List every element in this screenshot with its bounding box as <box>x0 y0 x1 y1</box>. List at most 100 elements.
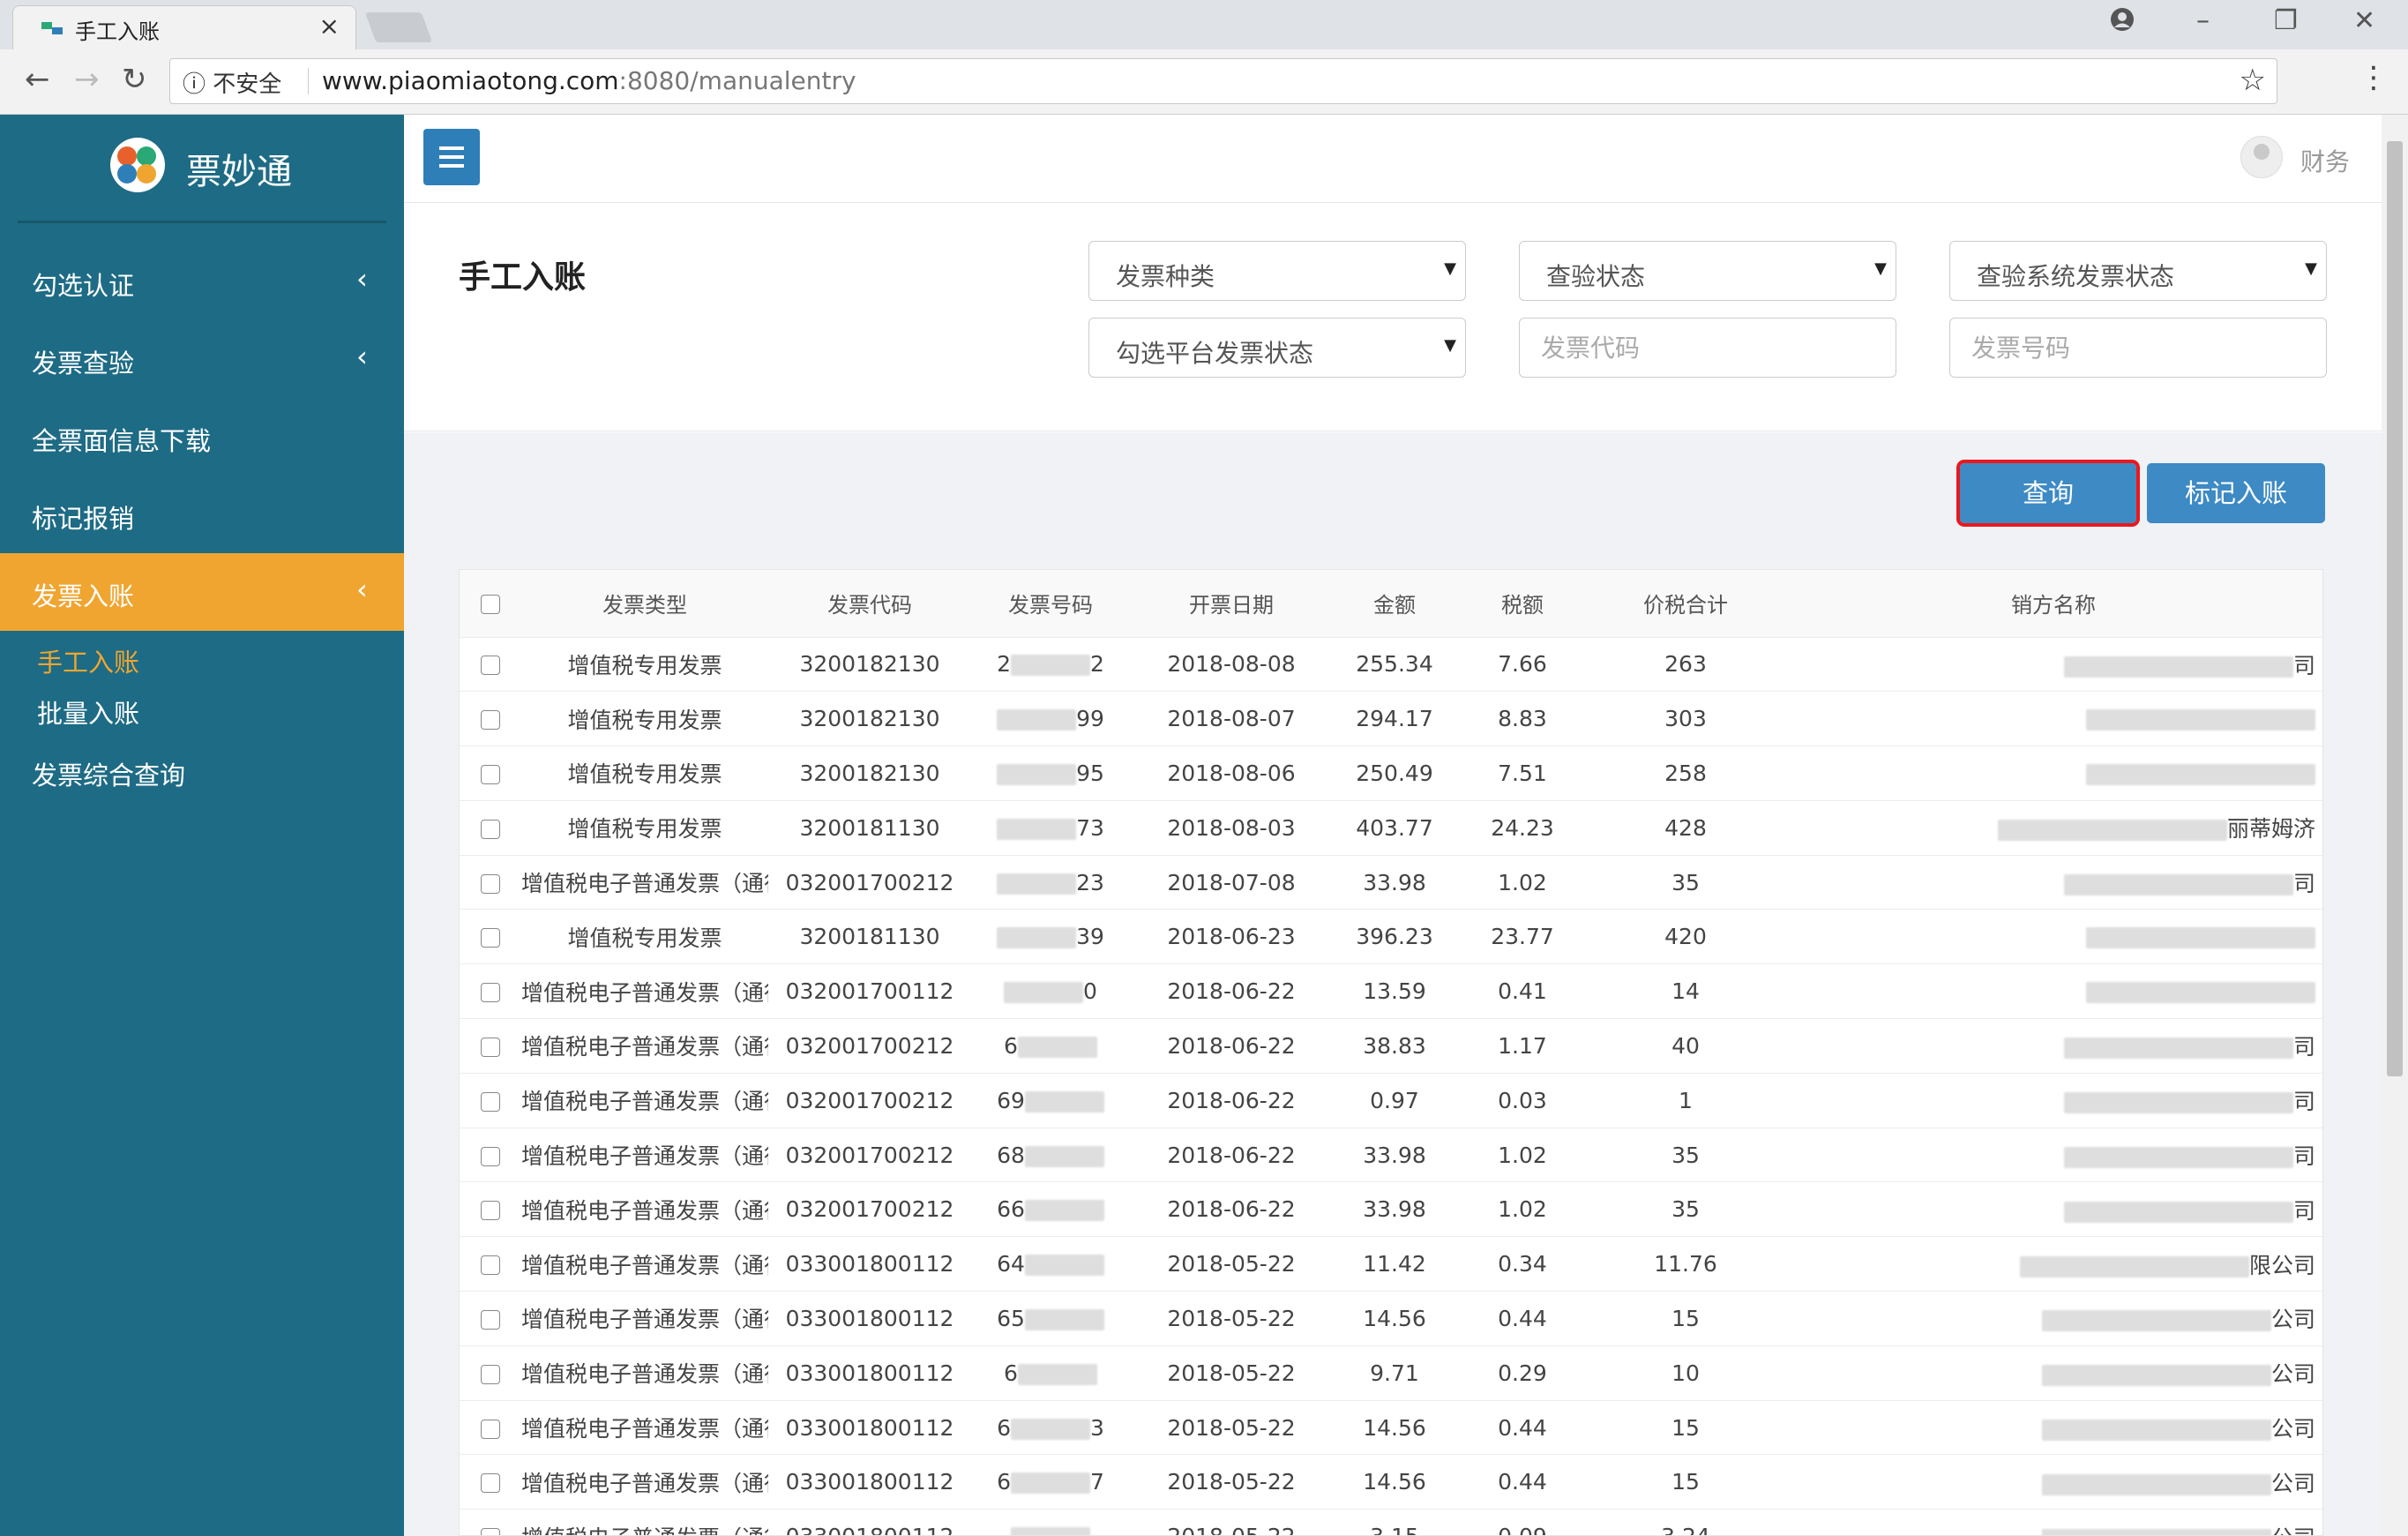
cell-tax: 0.44 <box>1456 1399 1589 1455</box>
brand[interactable]: 票妙通 <box>110 132 375 196</box>
menu-toggle-icon[interactable] <box>423 129 480 185</box>
invoice-code-input[interactable] <box>1519 318 1896 378</box>
row-checkbox[interactable] <box>481 1201 500 1221</box>
page-scrollbar[interactable] <box>2382 115 2408 1536</box>
table-row[interactable]: 增值税电子普通发票（通行费）033001800112642018-05-2211… <box>460 1236 2322 1292</box>
row-checkbox[interactable] <box>481 928 500 948</box>
sidebar-item-invoice-check[interactable]: 发票查验 ‹ <box>0 320 404 398</box>
invoice-type-select[interactable]: 发票种类 ▼ <box>1088 241 1466 301</box>
table-row[interactable]: 增值税电子普通发票（通行费）033001800112672018-05-2214… <box>460 1454 2322 1510</box>
tab-close-icon[interactable]: × <box>319 11 340 41</box>
table-body: 增值税专用发票 3200182130 2 2 2018-08-08 255.34 7.66 2… <box>460 636 2322 1535</box>
new-tab-button[interactable] <box>364 12 433 42</box>
browser-menu-icon[interactable]: ⋮ <box>2359 60 2389 95</box>
cell-date: 2018-05-22 <box>1130 1509 1333 1535</box>
col-header[interactable]: 税额 <box>1456 570 1589 637</box>
row-checkbox[interactable] <box>481 1255 500 1276</box>
row-checkbox[interactable] <box>481 656 500 676</box>
reload-icon[interactable]: ↻ <box>122 62 147 97</box>
row-checkbox[interactable] <box>481 1364 500 1384</box>
table-row[interactable]: 增值税电子普通发票（通行费）032001700112 0 2018-06-2213.… <box>460 963 2322 1019</box>
row-select-cell <box>460 1291 521 1346</box>
col-header[interactable]: 发票类型 <box>521 570 768 637</box>
row-checkbox[interactable] <box>481 1419 500 1439</box>
seller-suffix: 公司 <box>2271 1525 2315 1535</box>
row-checkbox[interactable] <box>481 764 500 784</box>
query-button[interactable]: 查询 <box>1956 460 2140 527</box>
sidebar-subitem-batch-entry[interactable]: 批量入账 <box>37 693 139 731</box>
table-row[interactable]: 增值税电子普通发票（通行费）033001800112 65 2018-05-2214… <box>460 1291 2322 1346</box>
cell-seller: 司 <box>1783 1127 2322 1182</box>
row-checkbox[interactable] <box>481 710 500 731</box>
platform-status-select[interactable]: 勾选平台发票状态 ▼ <box>1088 318 1466 378</box>
row-checkbox[interactable] <box>481 1091 500 1112</box>
col-header[interactable]: 发票代码 <box>768 570 971 637</box>
insecure-indicator[interactable]: ⓘ 不安全 <box>183 66 281 99</box>
cell-type: 增值税电子普通发票（通行费） <box>521 1509 768 1535</box>
forward-icon[interactable]: → <box>74 62 100 97</box>
col-header[interactable]: 开票日期 <box>1130 570 1333 637</box>
col-header[interactable]: 发票号码 <box>971 570 1130 637</box>
invoice-number-input[interactable] <box>1949 318 2327 378</box>
user-name[interactable]: 财务 <box>2300 143 2350 178</box>
redacted-block <box>997 818 1077 840</box>
table-row[interactable]: 增值税电子普通发票（通行费）033001800112632018-05-2214… <box>460 1399 2322 1455</box>
account-icon[interactable] <box>2110 7 2135 32</box>
mark-entry-button[interactable]: 标记入账 <box>2147 463 2325 523</box>
sidebar-item-invoice-entry[interactable]: 发票入账 ‹ <box>0 553 404 631</box>
table-row[interactable]: 增值税电子普通发票（通行费）032001700212 66 2018-06-2233… <box>460 1181 2322 1237</box>
cell-number: 64 <box>971 1236 1130 1292</box>
back-icon[interactable]: ← <box>25 62 50 97</box>
table-row[interactable]: 增值税专用发票 3200182130 2 2 2018-08-08 255.34 7.66 2… <box>460 636 2322 692</box>
cell-amount: 11.42 <box>1333 1236 1456 1292</box>
table-row[interactable]: 增值税电子普通发票（通行费）032001700212692018-06-220.… <box>460 1072 2322 1128</box>
user-avatar[interactable] <box>2240 136 2283 178</box>
top-header: 财务 <box>404 115 2382 203</box>
system-status-select[interactable]: 查验系统发票状态 ▼ <box>1949 241 2327 301</box>
row-checkbox[interactable] <box>481 983 500 1003</box>
row-checkbox[interactable] <box>481 873 500 894</box>
cell-type: 增值税电子普通发票（通行费） <box>521 1399 768 1455</box>
number-prefix: 64 <box>997 1251 1025 1278</box>
table-row[interactable]: 增值税电子普通发票（通行费）032001700212 68 2018-06-2233… <box>460 1127 2322 1182</box>
cell-code: 3200181130 <box>768 909 971 964</box>
col-header[interactable]: 销方名称 <box>1783 570 2322 637</box>
select-all-checkbox[interactable] <box>481 594 500 614</box>
row-checkbox[interactable] <box>481 1037 500 1057</box>
col-header[interactable]: 价税合计 <box>1589 570 1783 637</box>
col-header[interactable]: 金额 <box>1333 570 1456 637</box>
restore-icon[interactable]: ❐ <box>2274 5 2298 36</box>
bookmark-star-icon[interactable]: ☆ <box>2240 63 2266 98</box>
sidebar-divider <box>18 221 386 223</box>
cell-amount: 9.71 <box>1333 1345 1456 1401</box>
row-checkbox[interactable] <box>481 1473 500 1494</box>
window-close-icon[interactable]: ✕ <box>2353 5 2375 36</box>
table-row[interactable]: 增值税专用发票 3200182130 99 2018-08-07 294.17 8.83 3… <box>460 691 2322 746</box>
table-row[interactable]: 增值税电子普通发票（通行费）033001800112 2018-05-223.15… <box>460 1509 2322 1535</box>
row-checkbox[interactable] <box>481 819 500 839</box>
scrollbar-thumb[interactable] <box>2387 141 2403 1076</box>
browser-tab[interactable]: 手工入账 × <box>12 5 356 49</box>
cell-tax: 7.66 <box>1456 636 1589 692</box>
sidebar-item-mark-reimburse[interactable]: 标记报销 <box>0 476 404 553</box>
table-row[interactable]: 增值税电子普通发票（通行费）032001700212 23 2018-07-0833… <box>460 854 2322 910</box>
table-row[interactable]: 增值税专用发票 3200181130 39 2018-06-23 396.23 23.77… <box>460 909 2322 964</box>
check-status-select[interactable]: 查验状态 ▼ <box>1519 241 1896 301</box>
url-field[interactable]: ⓘ 不安全 www.piaomiaotong.com:8080/manualen… <box>169 58 2277 104</box>
sidebar-item-invoice-query[interactable]: 发票综合查询 <box>0 732 404 810</box>
table-row[interactable]: 增值税专用发票 3200182130 95 2018-08-06 250.49 7.51 2… <box>460 746 2322 801</box>
minimize-icon[interactable]: – <box>2196 5 2210 36</box>
security-label: 不安全 <box>213 71 282 98</box>
row-checkbox[interactable] <box>481 1309 500 1330</box>
table-row[interactable]: 增值税电子普通发票（通行费）033001800112 6 2018-05-229.7… <box>460 1345 2322 1401</box>
sidebar-item-select-certify[interactable]: 勾选认证 ‹ <box>0 243 404 320</box>
row-checkbox[interactable] <box>481 1146 500 1166</box>
cell-code: 032001700212 <box>768 1181 971 1237</box>
sidebar-subitem-manual-entry[interactable]: 手工入账 <box>37 642 139 679</box>
sidebar-item-full-download[interactable]: 全票面信息下载 <box>0 398 404 476</box>
row-checkbox[interactable] <box>481 1528 500 1535</box>
table-row[interactable]: 增值税专用发票 3200181130 73 2018-08-03 403.77 24.23… <box>460 799 2322 856</box>
cell-total: 258 <box>1589 746 1783 801</box>
table-row[interactable]: 增值税电子普通发票（通行费）032001700212 6 2018-06-2238.… <box>460 1018 2322 1074</box>
cell-type: 增值税电子普通发票（通行费） <box>521 1291 768 1346</box>
